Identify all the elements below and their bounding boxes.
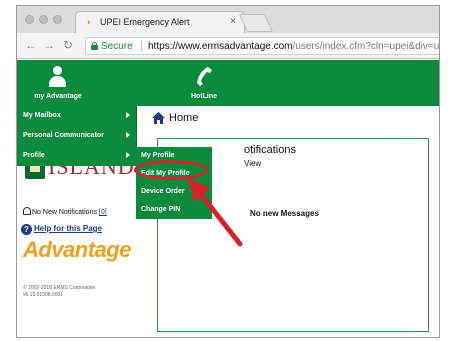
dropdown-menu: My Mailbox Personal Communicator Profile [17,106,137,166]
browser-window: ◗ UPEI Emergency Alert × ← → ↻ Secure | … [16,5,440,338]
minimize-window-dot[interactable] [39,15,48,24]
phone-icon [197,67,212,86]
help-label: Help for this Page [34,224,103,233]
bell-icon [23,207,31,215]
tab-close-icon[interactable]: × [230,16,236,27]
help-icon: ? [21,224,32,235]
favicon-icon: ◗ [86,17,92,27]
notifications-count-link[interactable]: [0] [99,209,107,216]
back-arrow-icon[interactable]: ← [25,38,37,52]
browser-tab[interactable]: ◗ UPEI Emergency Alert × [75,11,245,33]
home-icon[interactable] [152,112,165,124]
notifications-label: No New Notifications [32,209,97,216]
chevron-right-icon [126,132,130,138]
copyright: © 2002-2018 ERMS Corporation v6.15.01908… [23,285,148,299]
panel-view-link[interactable]: View [244,159,261,168]
copyright-line: © 2002-2018 ERMS Corporation [23,285,96,291]
secure-label: Secure [101,41,133,52]
tab-title: UPEI Emergency Alert [100,17,190,27]
close-window-dot[interactable] [25,15,34,24]
chevron-right-icon [126,112,130,118]
version-line: v6.15.01908.0001 [23,292,64,298]
address-toolbar: ← → ↻ Secure | https://www.ermsadvantage… [17,33,439,59]
reload-icon[interactable]: ↻ [63,38,73,52]
my-advantage-nav[interactable]: my Advantage [17,60,99,106]
forward-arrow-icon[interactable]: → [43,38,55,52]
url-separator: | [140,40,143,52]
chevron-right-icon [126,152,130,158]
hotline-nav[interactable]: HotLine [167,60,241,106]
person-icon [48,66,66,88]
advantage-logo: Advantage [23,237,131,262]
panel-title: otifications [244,144,296,156]
notifications-line: No New Notifications [0] [23,207,107,216]
site-header: my Advantage HotLine [17,60,439,106]
url-text: https://www.ermsadvantage.com/users/inde… [148,41,440,52]
lock-icon [91,42,98,50]
no-messages-text: No new Messages [250,209,319,218]
annotation-arrow-icon [188,178,243,247]
zoom-window-dot[interactable] [53,15,62,24]
my-advantage-label: my Advantage [34,93,82,100]
menu-item-personal-communicator[interactable]: Personal Communicator [17,126,136,146]
help-link[interactable]: ? Help for this Page [21,224,102,235]
menu-item-profile[interactable]: Profile [17,146,136,166]
menu-item-my-mailbox[interactable]: My Mailbox [17,106,136,126]
address-bar[interactable]: Secure | https://www.ermsadvantage.com/u… [85,37,440,55]
hotline-label: HotLine [190,93,218,100]
home-link[interactable]: Home [169,112,198,124]
tab-strip: ◗ UPEI Emergency Alert × [17,6,439,33]
